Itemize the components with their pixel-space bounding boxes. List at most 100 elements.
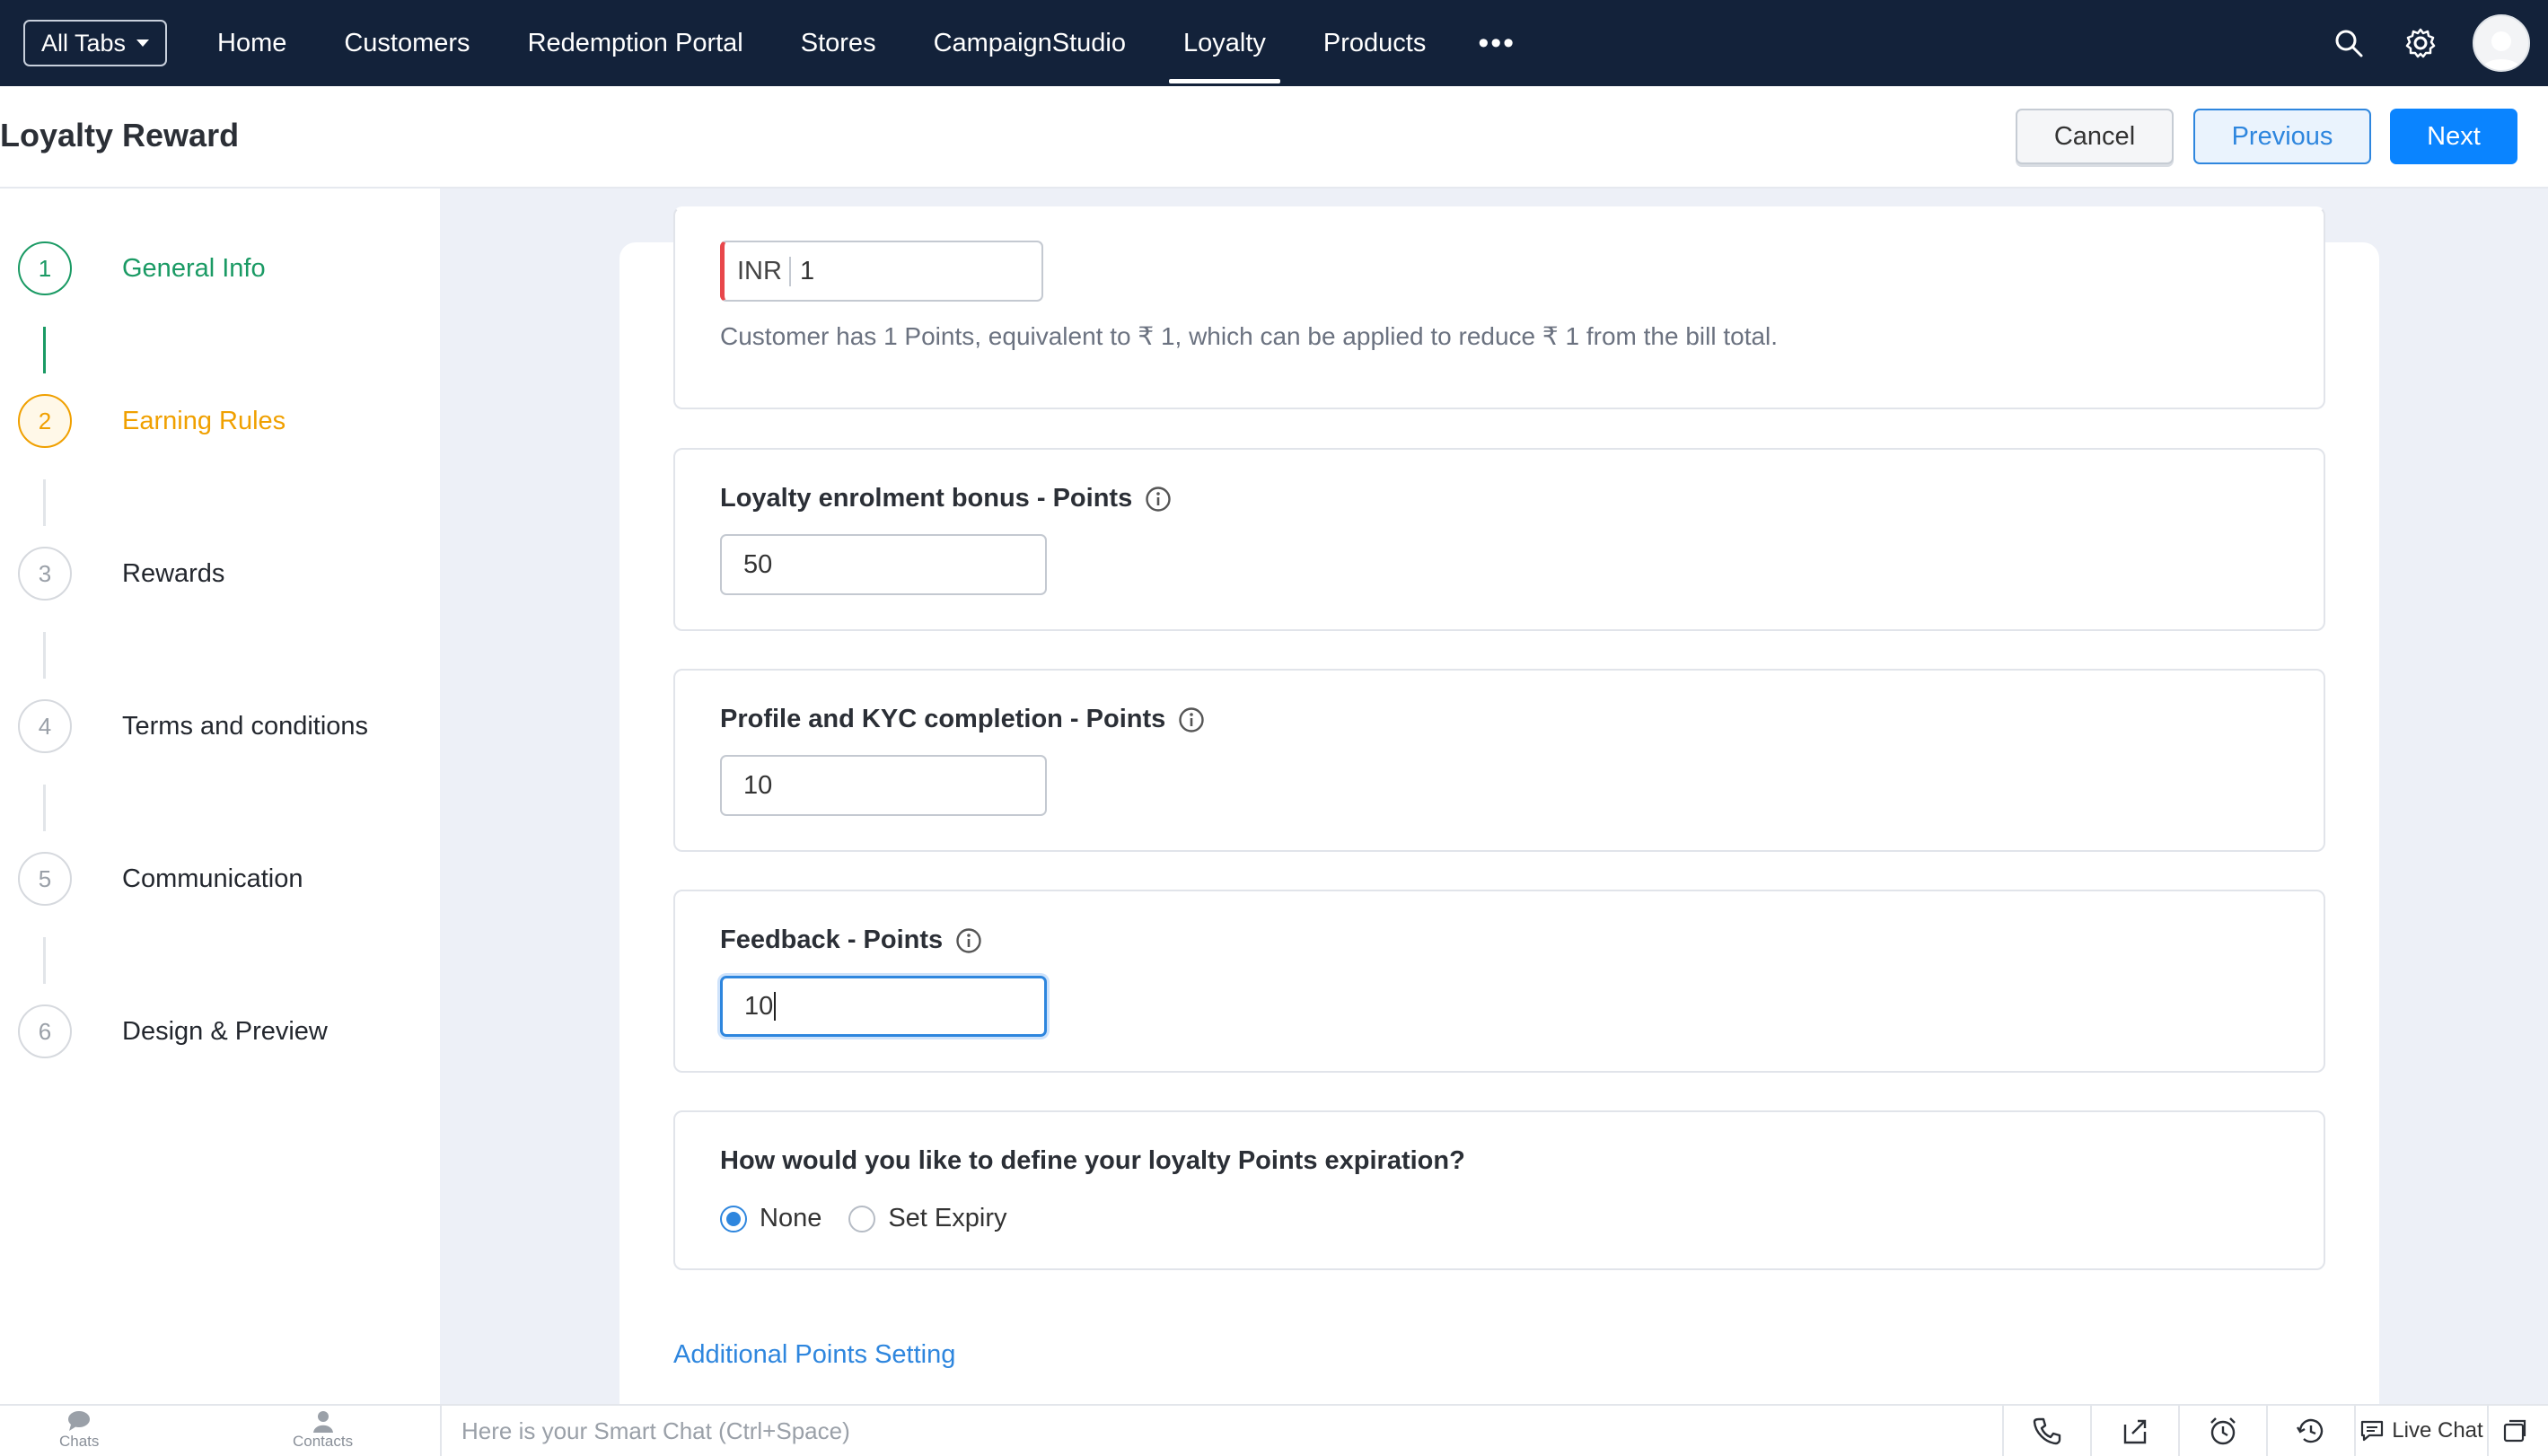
chats-label: Chats xyxy=(59,1433,100,1450)
nav-tab-customers[interactable]: Customers xyxy=(315,0,498,86)
expiry-options: None Set Expiry xyxy=(720,1204,1007,1233)
step-connector xyxy=(43,937,46,984)
top-actions xyxy=(2329,0,2530,86)
nav-tab-label: CampaignStudio xyxy=(933,28,1126,57)
live-chat-icon xyxy=(2361,1420,2384,1442)
form-panel: INR 1 Customer has 1 Points, equivalent … xyxy=(619,206,2379,1404)
info-icon[interactable] xyxy=(955,927,982,954)
nav-tabs: Home Customers Redemption Portal Stores … xyxy=(189,0,1539,86)
step-label: Communication xyxy=(122,864,303,893)
history-icon[interactable] xyxy=(2266,1406,2354,1456)
radio-checked-icon xyxy=(720,1205,747,1232)
step-number: 3 xyxy=(18,547,72,601)
expiry-none-radio[interactable]: None xyxy=(720,1204,822,1233)
step-terms-and-conditions[interactable]: 4 Terms and conditions xyxy=(18,699,368,753)
step-number: 6 xyxy=(18,1004,72,1058)
info-icon[interactable] xyxy=(1145,486,1172,513)
feedback-card: Feedback - Points 10 xyxy=(673,890,2325,1073)
step-connector xyxy=(43,632,46,679)
page-header: Loyalty Reward Cancel Previous Next xyxy=(0,86,2548,189)
steps-sidebar: 1 General Info 2 Earning Rules 3 Rewards… xyxy=(0,189,440,1404)
step-label: Earning Rules xyxy=(122,406,286,435)
step-rewards[interactable]: 3 Rewards xyxy=(18,547,224,601)
bottom-actions: Live Chat xyxy=(2002,1406,2541,1456)
page-title: Loyalty Reward xyxy=(0,117,240,153)
nav-tab-label: Home xyxy=(217,28,287,57)
caret-down-icon xyxy=(136,39,150,47)
enrolment-bonus-label: Loyalty enrolment bonus - Points xyxy=(720,484,1172,513)
step-label: Rewards xyxy=(122,558,225,588)
nav-tab-label: Loyalty xyxy=(1183,28,1266,57)
step-label: Terms and conditions xyxy=(122,711,369,741)
contacts-button[interactable]: Contacts xyxy=(293,1409,353,1451)
nav-tab-label: Products xyxy=(1322,28,1427,57)
step-general-info[interactable]: 1 General Info xyxy=(18,241,266,295)
enrolment-bonus-card: Loyalty enrolment bonus - Points 50 xyxy=(673,448,2325,631)
enrolment-bonus-label-text: Loyalty enrolment bonus - Points xyxy=(720,484,1133,513)
radio-unchecked-icon xyxy=(848,1205,876,1232)
contacts-label: Contacts xyxy=(293,1433,354,1450)
bottom-bar: Chats Contacts Here is your Smart Chat (… xyxy=(0,1404,2548,1456)
step-number: 2 xyxy=(18,394,72,448)
nav-tab-campaignstudio[interactable]: CampaignStudio xyxy=(905,0,1155,86)
text-cursor xyxy=(774,992,777,1021)
feedback-value: 10 xyxy=(744,991,774,1021)
notes-icon[interactable] xyxy=(2487,1406,2541,1456)
step-label: Design & Preview xyxy=(122,1016,328,1046)
nav-tab-redemption-portal[interactable]: Redemption Portal xyxy=(499,0,772,86)
radio-label: None xyxy=(760,1204,822,1232)
step-communication[interactable]: 5 Communication xyxy=(18,852,303,906)
currency-prefix: INR xyxy=(737,256,791,286)
step-connector xyxy=(43,479,46,526)
nav-tab-home[interactable]: Home xyxy=(189,0,315,86)
live-chat-button[interactable]: Live Chat xyxy=(2354,1406,2487,1456)
enrolment-bonus-input[interactable]: 50 xyxy=(720,534,1047,595)
conversion-helper-text: Customer has 1 Points, equivalent to ₹ 1… xyxy=(720,322,1779,350)
step-connector xyxy=(43,785,46,831)
conversion-card: INR 1 Customer has 1 Points, equivalent … xyxy=(673,206,2325,409)
contact-person-icon xyxy=(312,1411,333,1433)
main-content: INR 1 Customer has 1 Points, equivalent … xyxy=(440,189,2548,1404)
smart-chat-input[interactable]: Here is your Smart Chat (Ctrl+Space) xyxy=(440,1406,2002,1456)
live-chat-label: Live Chat xyxy=(2392,1418,2483,1443)
search-icon[interactable] xyxy=(2329,23,2368,63)
expiry-card: How would you like to define your loyalt… xyxy=(673,1110,2325,1270)
feedback-input[interactable]: 10 xyxy=(720,976,1047,1037)
phone-icon[interactable] xyxy=(2002,1406,2090,1456)
next-button[interactable]: Next xyxy=(2390,109,2517,164)
enrolment-bonus-value: 50 xyxy=(743,549,773,579)
top-nav-bar: All Tabs Home Customers Redemption Porta… xyxy=(0,0,2548,86)
all-tabs-dropdown[interactable]: All Tabs xyxy=(23,20,167,66)
kyc-input[interactable]: 10 xyxy=(720,755,1047,816)
inr-value: 1 xyxy=(799,256,815,285)
nav-tab-label: Customers xyxy=(344,28,470,57)
all-tabs-label: All Tabs xyxy=(40,29,127,57)
inr-value-input[interactable]: INR 1 xyxy=(720,241,1043,302)
feedback-label: Feedback - Points xyxy=(720,925,982,955)
info-icon[interactable] xyxy=(1178,706,1205,733)
more-tabs-button[interactable]: ••• xyxy=(1454,0,1539,86)
nav-tab-label: Stores xyxy=(800,28,876,57)
step-label: General Info xyxy=(122,253,266,283)
expiry-set-radio[interactable]: Set Expiry xyxy=(848,1204,1007,1233)
avatar[interactable] xyxy=(2473,14,2530,72)
nav-tab-stores[interactable]: Stores xyxy=(772,0,905,86)
previous-button[interactable]: Previous xyxy=(2193,109,2371,164)
kyc-value: 10 xyxy=(743,770,773,800)
nav-tab-loyalty[interactable]: Loyalty xyxy=(1155,0,1295,86)
additional-points-setting-link[interactable]: Additional Points Setting xyxy=(673,1340,955,1370)
cancel-button[interactable]: Cancel xyxy=(2016,109,2174,164)
chats-button[interactable]: Chats xyxy=(59,1409,99,1451)
nav-tab-products[interactable]: Products xyxy=(1295,0,1454,86)
step-earning-rules[interactable]: 2 Earning Rules xyxy=(18,394,286,448)
radio-label: Set Expiry xyxy=(888,1204,1007,1232)
step-number: 4 xyxy=(18,699,72,753)
feedback-label-text: Feedback - Points xyxy=(720,925,944,954)
alarm-clock-icon[interactable] xyxy=(2178,1406,2266,1456)
kyc-label-text: Profile and KYC completion - Points xyxy=(720,705,1166,733)
step-design-preview[interactable]: 6 Design & Preview xyxy=(18,1004,328,1058)
share-icon[interactable] xyxy=(2090,1406,2178,1456)
step-connector xyxy=(43,327,46,373)
kyc-card: Profile and KYC completion - Points 10 xyxy=(673,669,2325,852)
gear-icon[interactable] xyxy=(2401,23,2440,63)
